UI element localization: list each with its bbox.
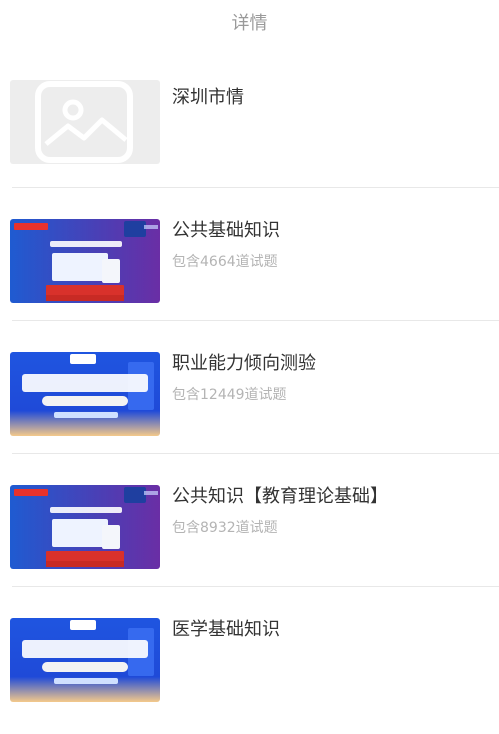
item-title: 医学基础知识 [172,619,280,640]
device-mockup-icon [52,253,108,281]
exam-list: 深圳市情 公共基础知识 包含4664道试题 职业能力倾向测验 包含12449道试… [0,48,499,720]
list-item[interactable]: 医学基础知识 [0,587,499,720]
item-question-count: 包含12449道试题 [172,387,287,403]
list-item[interactable]: 公共知识【教育理论基础】 包含8932道试题 [0,454,499,587]
brand-logo-icon [124,487,146,503]
page-title: 详情 [231,13,268,34]
course-cover-image [10,352,160,436]
cover-tag [14,223,48,230]
item-question-count: 包含4664道试题 [172,254,278,270]
image-placeholder-icon [35,81,133,163]
placeholder-image-thumbnail [10,80,160,164]
header: 详情 [0,0,499,44]
list-item[interactable]: 职业能力倾向测验 包含12449道试题 [0,321,499,454]
device-mockup-icon [52,519,108,547]
course-cover-image [10,485,160,569]
brand-logo-icon [124,221,146,237]
cover-tag [14,489,48,496]
list-item[interactable]: 深圳市情 [0,48,499,188]
item-question-count: 包含8932道试题 [172,520,278,536]
item-title: 公共知识【教育理论基础】 [172,486,388,507]
course-cover-image [10,219,160,303]
brand-logo-icon [70,620,96,630]
item-title: 职业能力倾向测验 [172,353,316,374]
item-title: 公共基础知识 [172,220,280,241]
item-title: 深圳市情 [172,87,244,108]
course-cover-image [10,618,160,702]
list-item[interactable]: 公共基础知识 包含4664道试题 [0,188,499,321]
brand-logo-icon [70,354,96,364]
